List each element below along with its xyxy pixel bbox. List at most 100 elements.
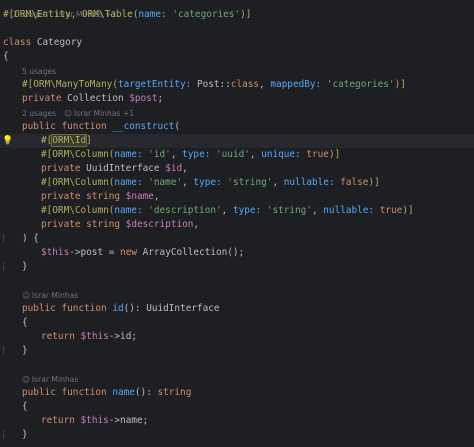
brace: } <box>22 345 28 356</box>
author-hint[interactable]: ☺ Israr Minhas <box>0 373 474 387</box>
keyword: false <box>334 177 369 188</box>
usages-hint[interactable]: 2 usages · Israr Minhas +1 <box>0 0 474 19</box>
punct: ->name; <box>108 415 149 426</box>
punct: ( <box>174 121 181 132</box>
string-literal: 'uuid' <box>210 149 250 160</box>
code-line[interactable]: { <box>0 400 474 414</box>
keyword: string <box>80 219 126 230</box>
code-editor[interactable]: 2 usages · Israr Minhas +1 #[ORM\Entity,… <box>0 0 474 447</box>
attribute-token: #[ <box>41 135 53 146</box>
punct: ; <box>157 93 164 104</box>
code-line[interactable]: { <box>0 316 474 330</box>
attribute-token: #[ORM\Column( <box>41 205 115 216</box>
code-line[interactable]: private string $name, <box>0 190 474 204</box>
punct: , <box>153 191 160 202</box>
author-hint[interactable]: ☺ Israr Minhas <box>0 289 474 303</box>
keyword: string <box>80 191 126 202</box>
variable: $this <box>41 247 70 258</box>
usages-hint[interactable]: 2 usages ☺ Israr Minhas +1 <box>0 107 474 121</box>
keyword: private <box>22 93 62 104</box>
function-name: __construct <box>112 121 175 132</box>
brace: { <box>3 51 9 62</box>
code-line[interactable]: public function id(): UuidInterface <box>0 302 474 316</box>
punct: , <box>170 149 183 160</box>
variable: $name <box>125 191 154 202</box>
keyword: return <box>41 331 75 342</box>
code-line[interactable]: ┆} <box>0 428 474 442</box>
code-line[interactable]: private UuidInterface $id, <box>0 162 474 176</box>
named-arg: nullable: <box>323 205 375 216</box>
attribute-token: )] <box>328 149 341 160</box>
function-name: name <box>112 387 135 398</box>
string-literal: 'id' <box>142 149 171 160</box>
attribute-token: )] <box>394 79 406 90</box>
punct: , <box>311 205 324 216</box>
person-icon: ☺ <box>22 291 30 300</box>
code-line[interactable]: ┆ ) { <box>0 232 474 246</box>
punct: , <box>221 205 233 216</box>
named-arg: unique: <box>261 149 301 160</box>
code-line[interactable]: ┆} <box>0 344 474 358</box>
brace: { <box>22 317 28 328</box>
code-line[interactable]: public function __construct( <box>0 120 474 134</box>
attribute-token: )] <box>402 205 414 216</box>
lightbulb-icon[interactable]: 💡 <box>2 134 13 148</box>
attribute-token: #[ORM\Entity, ORM\Table( <box>3 9 139 20</box>
keyword: public <box>22 387 56 398</box>
code-line[interactable]: $this->post = new ArrayCollection(); <box>0 246 474 260</box>
keyword: class <box>230 79 260 90</box>
named-arg: type: <box>193 177 222 188</box>
fold-marker-icon[interactable]: ┆ <box>1 260 7 274</box>
punct: ->id; <box>108 331 137 342</box>
keyword: private <box>41 191 81 202</box>
author-text: Israr Minhas <box>31 375 79 384</box>
brace: } <box>22 429 28 440</box>
hint-text: 5 usages <box>22 67 57 76</box>
keyword: return <box>41 415 75 426</box>
code-line[interactable]: #[ORM\Column(name: 'name', type: 'string… <box>0 176 474 190</box>
code-line[interactable]: #[ORM\Entity, ORM\Table(name: 'categorie… <box>0 8 474 22</box>
punct: ->post = <box>69 247 121 258</box>
code-line[interactable]: return $this->name; <box>0 414 474 428</box>
author-text: Israr Minhas <box>31 291 79 300</box>
string-literal: 'description' <box>142 205 222 216</box>
attribute-token: #[ORM\Column( <box>41 149 115 160</box>
usages-hint[interactable]: 5 usages <box>0 65 474 79</box>
fold-marker-icon[interactable]: ┆ <box>1 344 7 358</box>
code-line[interactable]: return $this->id; <box>0 330 474 344</box>
person-icon: ☺ <box>22 375 30 384</box>
punct: , <box>182 163 188 174</box>
named-arg: name: <box>114 149 143 160</box>
attribute-token: )] <box>368 177 380 188</box>
code-line[interactable]: #[ORM\Column(name: 'description', type: … <box>0 204 474 218</box>
type-name: Collection <box>61 93 130 104</box>
code-line[interactable]: class Category <box>0 36 474 50</box>
class-ref: ArrayCollection(); <box>136 247 245 258</box>
keyword: public <box>22 303 56 314</box>
string-literal: 'string' <box>221 177 273 188</box>
variable: $this <box>80 331 109 342</box>
hint-text: 2 usages <box>22 109 57 118</box>
string-literal: 'categories' <box>172 9 241 20</box>
signature: (): <box>134 387 158 398</box>
code-line[interactable]: { <box>0 50 474 64</box>
code-line[interactable]: #[ORM\Column(name: 'id', type: 'uuid', u… <box>0 148 474 162</box>
keyword: private <box>41 163 81 174</box>
attribute-token: )] <box>240 9 252 20</box>
punct: , <box>272 177 284 188</box>
named-arg: targetEntity: <box>117 79 192 90</box>
code-line[interactable]: private string $description, <box>0 218 474 232</box>
code-line[interactable]: public function name(): string <box>0 386 474 400</box>
class-ref: Post:: <box>191 79 231 90</box>
code-line-current[interactable]: 💡 #[ORM\Id] <box>0 134 474 148</box>
attribute-token-highlighted: ORM\Id <box>51 134 88 147</box>
fold-marker-icon[interactable]: ┆ <box>1 232 7 246</box>
code-line[interactable]: ┆} <box>0 260 474 274</box>
code-line[interactable]: private Collection $post; <box>0 92 474 106</box>
named-arg: name: <box>114 205 143 216</box>
attribute-token: ] <box>86 135 92 146</box>
punct: ) { <box>22 233 39 244</box>
named-arg: type: <box>232 205 262 216</box>
code-line[interactable]: #[ORM\ManyToMany(targetEntity: Post::cla… <box>0 78 474 92</box>
fold-marker-icon[interactable]: ┆ <box>1 428 7 442</box>
